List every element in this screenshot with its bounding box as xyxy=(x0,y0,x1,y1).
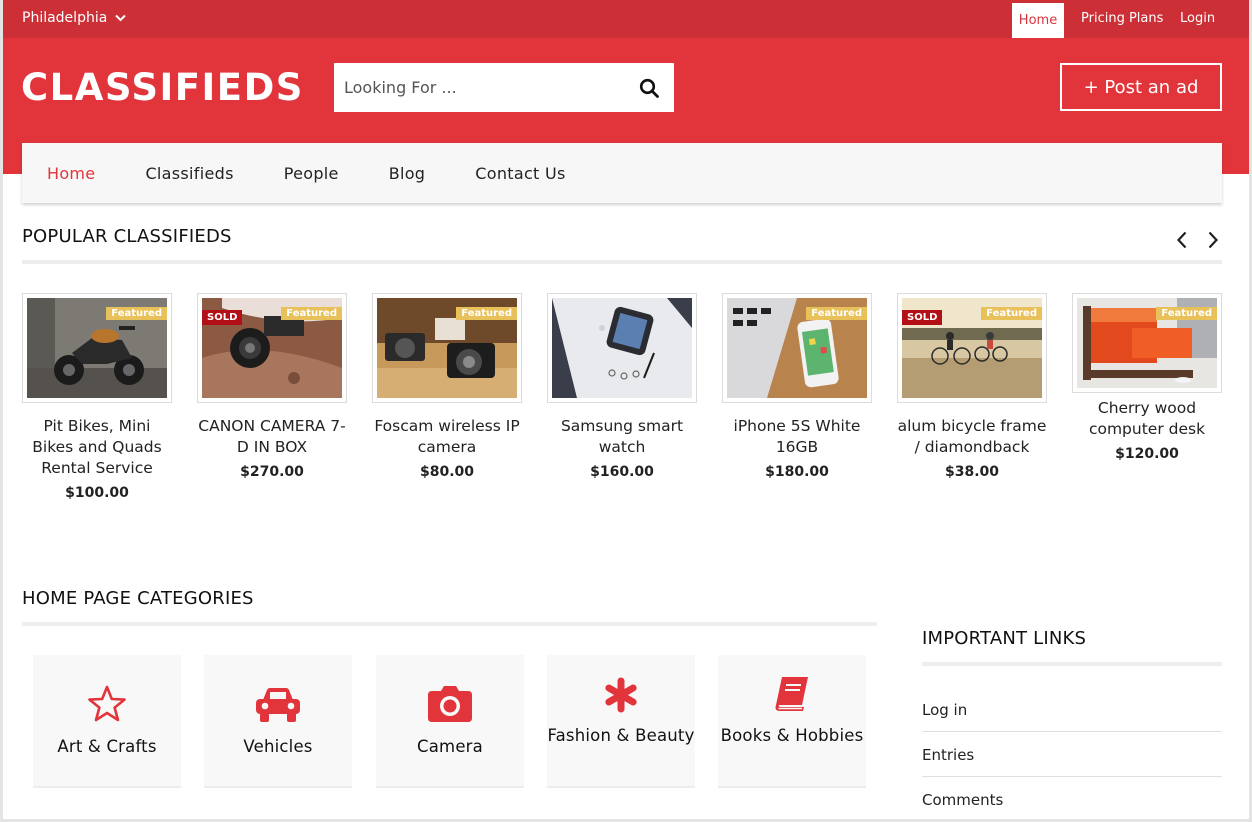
category-label: Art & Crafts xyxy=(57,737,157,756)
listing-thumbnail[interactable]: Featured xyxy=(372,293,522,403)
popular-title: POPULAR CLASSIFIEDS xyxy=(22,226,232,247)
popular-divider xyxy=(22,260,1222,264)
listing-card[interactable]: SOLD Featured CANON CAMERA 7-D IN BOX $2… xyxy=(197,293,347,480)
search-input[interactable] xyxy=(334,63,624,112)
car-icon xyxy=(256,688,300,722)
listing-price: $270.00 xyxy=(240,464,304,480)
listing-price: $160.00 xyxy=(590,464,654,480)
featured-badge: Featured xyxy=(106,307,167,320)
listing-card[interactable]: Featured Cherry wood computer desk $120.… xyxy=(1072,293,1222,462)
featured-badge: Featured xyxy=(456,307,517,320)
asterisk-icon xyxy=(605,677,637,713)
featured-badge: Featured xyxy=(981,307,1042,320)
listing-card[interactable]: SOLD Featured alum bicycle frame / diamo… xyxy=(897,293,1047,480)
search-box xyxy=(334,63,674,112)
category-vehicles[interactable]: Vehicles xyxy=(204,655,352,788)
post-ad-button[interactable]: + Post an ad xyxy=(1060,63,1222,111)
top-bar: Philadelphia Home Pricing Plans Login xyxy=(0,0,1252,38)
listing-image: Featured xyxy=(1077,298,1217,388)
listing-price: $38.00 xyxy=(944,464,1000,480)
search-icon xyxy=(639,78,659,98)
category-label: Vehicles xyxy=(243,737,313,756)
important-link-entries[interactable]: Entries xyxy=(922,746,1222,764)
link-divider xyxy=(922,776,1222,777)
login-link[interactable]: Login xyxy=(1180,11,1215,26)
listing-image: SOLD Featured xyxy=(202,298,342,398)
popular-carousel: Featured Pit Bikes, Mini Bikes and Quads… xyxy=(22,293,1222,533)
nav-people[interactable]: People xyxy=(284,164,339,183)
category-books-hobbies[interactable]: Books & Hobbies xyxy=(718,655,866,788)
listing-title[interactable]: alum bicycle frame / diamondback xyxy=(897,416,1047,458)
important-links-title: IMPORTANT LINKS xyxy=(922,628,1087,649)
nav-blog[interactable]: Blog xyxy=(389,164,426,183)
listing-card[interactable]: Featured Pit Bikes, Mini Bikes and Quads… xyxy=(22,293,172,501)
listing-title[interactable]: Cherry wood computer desk xyxy=(1072,398,1222,440)
listing-thumbnail[interactable]: SOLD Featured xyxy=(897,293,1047,403)
camera-icon xyxy=(428,686,472,722)
main-nav: Home Classifieds People Blog Contact Us xyxy=(22,143,1222,203)
carousel-next-button[interactable] xyxy=(1203,229,1223,251)
nav-contact-us[interactable]: Contact Us xyxy=(475,164,565,183)
listing-image xyxy=(552,298,692,398)
listing-title[interactable]: Samsung smart watch xyxy=(547,416,697,458)
listing-card[interactable]: Featured Foscam wireless IP camera $80.0… xyxy=(372,293,522,480)
star-icon xyxy=(88,685,126,722)
listing-image: Featured xyxy=(377,298,517,398)
categories-title: HOME PAGE CATEGORIES xyxy=(22,588,254,609)
listing-price: $120.00 xyxy=(1115,446,1179,462)
sold-badge: SOLD xyxy=(902,310,943,325)
listing-thumbnail[interactable]: Featured xyxy=(22,293,172,403)
listing-image: Featured xyxy=(27,298,167,398)
important-links-divider xyxy=(922,662,1222,666)
listing-card[interactable]: Featured iPhone 5S White 16GB $180.00 xyxy=(722,293,872,480)
featured-badge: Featured xyxy=(1156,307,1217,320)
listing-image: Featured xyxy=(727,298,867,398)
featured-badge: Featured xyxy=(281,307,342,320)
listing-thumbnail[interactable]: Featured xyxy=(722,293,872,403)
top-home-link[interactable]: Home xyxy=(1012,3,1064,38)
listing-thumbnail[interactable]: Featured xyxy=(1072,293,1222,393)
category-label: Camera xyxy=(417,737,483,756)
important-link-comments[interactable]: Comments xyxy=(922,791,1222,809)
listing-title[interactable]: iPhone 5S White 16GB xyxy=(722,416,872,458)
listing-price: $100.00 xyxy=(65,485,129,501)
important-link-login[interactable]: Log in xyxy=(922,701,1222,719)
search-button[interactable] xyxy=(624,63,674,112)
carousel-prev-button[interactable] xyxy=(1172,229,1192,251)
category-label: Fashion & Beauty xyxy=(547,726,695,745)
category-label: Books & Hobbies xyxy=(720,726,864,745)
listing-image: SOLD Featured xyxy=(902,298,1042,398)
sold-badge: SOLD xyxy=(202,310,243,325)
site-logo[interactable]: CLASSIFIEDS xyxy=(21,66,304,109)
category-fashion-beauty[interactable]: Fashion & Beauty xyxy=(547,655,695,788)
city-selector[interactable]: Philadelphia xyxy=(22,10,127,26)
link-divider xyxy=(922,731,1222,732)
city-label: Philadelphia xyxy=(22,10,108,26)
category-camera[interactable]: Camera xyxy=(376,655,524,788)
categories-divider xyxy=(22,622,877,626)
book-icon xyxy=(775,677,808,711)
pricing-plans-link[interactable]: Pricing Plans xyxy=(1081,11,1163,26)
nav-home[interactable]: Home xyxy=(47,164,95,183)
listing-price: $80.00 xyxy=(419,464,475,480)
listing-title[interactable]: Foscam wireless IP camera xyxy=(372,416,522,458)
featured-badge: Featured xyxy=(806,307,867,320)
chevron-right-icon xyxy=(1208,231,1219,249)
listing-thumbnail[interactable]: SOLD Featured xyxy=(197,293,347,403)
nav-classifieds[interactable]: Classifieds xyxy=(145,164,233,183)
chevron-down-icon xyxy=(115,14,127,22)
listing-title[interactable]: Pit Bikes, Mini Bikes and Quads Rental S… xyxy=(22,416,172,479)
listing-title[interactable]: CANON CAMERA 7-D IN BOX xyxy=(197,416,347,458)
listing-card[interactable]: Samsung smart watch $160.00 xyxy=(547,293,697,480)
category-art-crafts[interactable]: Art & Crafts xyxy=(33,655,181,788)
chevron-left-icon xyxy=(1176,231,1187,249)
listing-thumbnail[interactable] xyxy=(547,293,697,403)
listing-price: $180.00 xyxy=(765,464,829,480)
